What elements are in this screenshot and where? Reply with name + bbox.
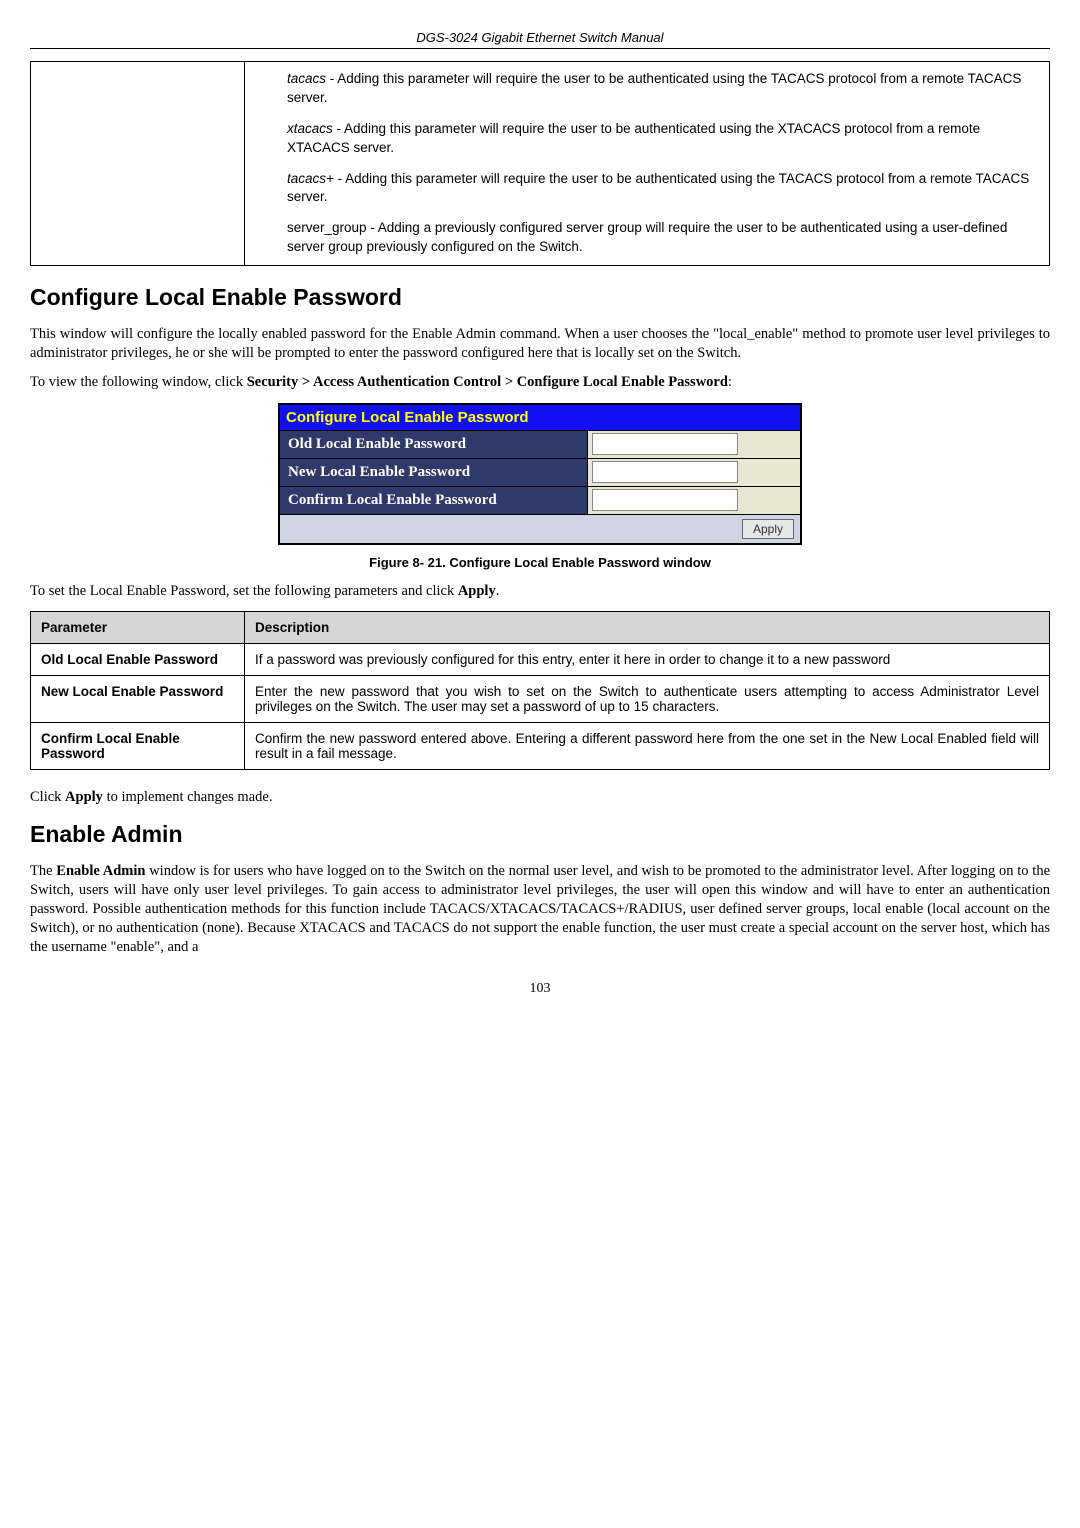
- proto-desc: - Adding this parameter will require the…: [287, 121, 980, 155]
- confirm-password-input[interactable]: [592, 489, 738, 511]
- label-new-password: New Local Enable Password: [280, 459, 588, 487]
- figure-caption: Figure 8- 21. Configure Local Enable Pas…: [30, 555, 1050, 570]
- an-suffix: to implement changes made.: [103, 789, 273, 805]
- manual-header: DGS-3024 Gigabit Ethernet Switch Manual: [30, 30, 1050, 45]
- section1-para1: This window will configure the locally e…: [30, 325, 1050, 363]
- proto-name: xtacacs: [287, 121, 333, 136]
- sp-prefix: To set the Local Enable Password, set th…: [30, 583, 458, 599]
- page-number: 103: [30, 981, 1050, 997]
- proto-name: tacacs: [287, 71, 326, 86]
- table-header-row: Parameter Description: [31, 611, 1050, 643]
- section1-para2: To view the following window, click Secu…: [30, 373, 1050, 392]
- table-row: Old Local Enable Password If a password …: [31, 643, 1050, 675]
- proto-name: tacacs+: [287, 171, 334, 186]
- apply-row: Apply: [280, 515, 800, 543]
- ea-b1: Enable Admin: [56, 863, 145, 879]
- old-password-input[interactable]: [592, 433, 738, 455]
- label-confirm-password: Confirm Local Enable Password: [280, 487, 588, 515]
- label-old-password: Old Local Enable Password: [280, 431, 588, 459]
- config-window-title: Configure Local Enable Password: [280, 405, 800, 431]
- header-rule: [30, 48, 1050, 49]
- header-parameter: Parameter: [31, 611, 245, 643]
- protocol-empty-cell: [31, 62, 245, 266]
- proto-xtacacs: xtacacs - Adding this parameter will req…: [255, 120, 1039, 158]
- param-name-new: New Local Enable Password: [31, 675, 245, 722]
- section-title-enable-admin: Enable Admin: [30, 821, 1050, 848]
- input-wrap-new: [588, 459, 800, 487]
- sp-suffix: .: [496, 583, 500, 599]
- ea-p1: The: [30, 863, 56, 879]
- protocol-description-cell: tacacs - Adding this parameter will requ…: [244, 62, 1049, 266]
- table-row: Confirm Local Enable Password Confirm th…: [31, 722, 1050, 769]
- an-bold: Apply: [65, 789, 103, 805]
- set-params-instruction: To set the Local Enable Password, set th…: [30, 582, 1050, 601]
- proto-desc: - Adding this parameter will require the…: [287, 71, 1021, 105]
- sp-bold: Apply: [458, 583, 496, 599]
- para2-bold-path: Security > Access Authentication Control…: [247, 374, 728, 390]
- para2-suffix: :: [728, 374, 732, 390]
- new-password-input[interactable]: [592, 461, 738, 483]
- proto-name: server_group: [287, 220, 367, 235]
- input-wrap-old: [588, 431, 800, 459]
- proto-desc: - Adding a previously configured server …: [287, 220, 1007, 254]
- para2-prefix: To view the following window, click: [30, 374, 247, 390]
- row-confirm-password: Confirm Local Enable Password: [280, 487, 800, 515]
- parameter-description-table: Parameter Description Old Local Enable P…: [30, 611, 1050, 770]
- param-desc-new: Enter the new password that you wish to …: [244, 675, 1049, 722]
- row-new-password: New Local Enable Password: [280, 459, 800, 487]
- param-desc-old: If a password was previously configured …: [244, 643, 1049, 675]
- row-old-password: Old Local Enable Password: [280, 431, 800, 459]
- proto-desc: - Adding this parameter will require the…: [287, 171, 1029, 205]
- proto-tacacs: tacacs - Adding this parameter will requ…: [255, 70, 1039, 108]
- param-desc-confirm: Confirm the new password entered above. …: [244, 722, 1049, 769]
- configure-local-enable-window: Configure Local Enable Password Old Loca…: [278, 403, 802, 545]
- apply-changes-note: Click Apply to implement changes made.: [30, 788, 1050, 807]
- header-description: Description: [244, 611, 1049, 643]
- input-wrap-confirm: [588, 487, 800, 515]
- ea-p2: window is for users who have logged on t…: [30, 863, 1050, 956]
- protocol-options-table: tacacs - Adding this parameter will requ…: [30, 61, 1050, 266]
- param-name-old: Old Local Enable Password: [31, 643, 245, 675]
- an-prefix: Click: [30, 789, 65, 805]
- proto-tacacs-plus: tacacs+ - Adding this parameter will req…: [255, 170, 1039, 208]
- param-name-confirm: Confirm Local Enable Password: [31, 722, 245, 769]
- table-row: New Local Enable Password Enter the new …: [31, 675, 1050, 722]
- proto-server-group: server_group - Adding a previously confi…: [255, 219, 1039, 257]
- section-title-configure-local: Configure Local Enable Password: [30, 284, 1050, 311]
- enable-admin-para: The Enable Admin window is for users who…: [30, 862, 1050, 958]
- apply-button[interactable]: Apply: [742, 519, 794, 539]
